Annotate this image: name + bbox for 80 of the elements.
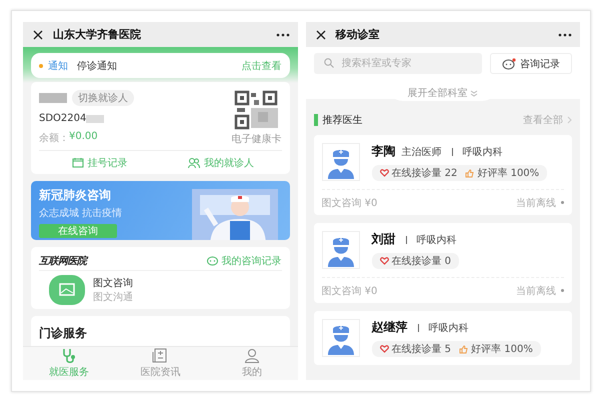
- heart-icon: [380, 257, 388, 265]
- dot-icon: [39, 64, 43, 68]
- service-item[interactable]: 图文咨询 图文沟通: [39, 271, 282, 305]
- thumbs-up-icon: [465, 168, 474, 178]
- doctor-title: 主治医师: [402, 146, 442, 158]
- tab[interactable]: 就医服务: [23, 347, 114, 380]
- consult-price: 图文咨询 ¥0: [322, 196, 378, 210]
- status-dot-icon: [561, 289, 564, 292]
- chevron-right-icon: [567, 116, 572, 124]
- service-subtitle: 图文沟通: [93, 290, 133, 304]
- section-title: 推荐医生: [322, 114, 362, 127]
- more-button[interactable]: [558, 32, 572, 36]
- heart-icon: [380, 345, 388, 353]
- thumbs-up-icon: [459, 344, 468, 354]
- tab[interactable]: 医院资讯: [114, 347, 206, 380]
- banner-subtitle: 众志成城 抗击疫情: [39, 206, 122, 220]
- chat-icon: [206, 256, 218, 266]
- doctor-name: 赵继萍: [372, 319, 408, 336]
- qr-code-drawing: [234, 90, 280, 130]
- close-button[interactable]: [316, 30, 326, 40]
- notice-tag: 通知: [48, 58, 68, 72]
- rating: 好评率 100%: [459, 342, 533, 356]
- hospital-logo-text: 互联网医院: [39, 254, 86, 268]
- consult-online-button[interactable]: 在线咨询: [39, 224, 117, 238]
- department: 呼吸内科: [462, 146, 502, 158]
- online-status: 当前离线: [516, 196, 556, 210]
- consult-records-button[interactable]: 咨询记录: [490, 53, 572, 74]
- view-link[interactable]: 点击查看: [242, 58, 282, 72]
- department: 呼吸内科: [428, 322, 468, 334]
- doctor-avatar-icon: [322, 231, 360, 269]
- chat-icon: [502, 58, 516, 70]
- more-icon: [558, 32, 572, 36]
- more-icon: [276, 32, 290, 36]
- qr-caption: 电子健康卡: [232, 132, 282, 146]
- records-button[interactable]: 挂号记录: [39, 156, 160, 170]
- window-title: 山东大学齐鲁医院: [53, 27, 141, 42]
- doctor-name: 李陶: [372, 143, 396, 160]
- doctor-avatar-icon: [322, 319, 360, 357]
- close-button[interactable]: [33, 30, 43, 40]
- heart-icon: [380, 169, 388, 177]
- more-button[interactable]: [276, 32, 290, 36]
- rating: 好评率 100%: [465, 166, 540, 180]
- doctor-card[interactable]: 赵继萍 呼吸内科 在线接诊量 5 好评率 100%: [314, 311, 572, 365]
- window-title: 移动诊室: [336, 27, 380, 42]
- section-marker: [314, 114, 318, 126]
- consult-price: 图文咨询 ¥0: [322, 284, 378, 298]
- banner-title: 新冠肺炎咨询: [39, 187, 112, 204]
- doctor-card[interactable]: 李陶 主治医师 呼吸内科 在线接诊量 22 好评率 100% 图文咨询 ¥0 当前离线: [314, 135, 572, 215]
- status-dot-icon: [561, 201, 564, 204]
- person-icon: [244, 348, 260, 364]
- section-title: 门诊服务: [39, 326, 87, 340]
- search-field[interactable]: 搜索科室或专家: [314, 53, 482, 74]
- chevron-icon: [470, 90, 478, 96]
- blurred-name: [39, 93, 67, 104]
- visit-count: 在线接诊量 5: [380, 342, 452, 356]
- visit-count: 在线接诊量 22: [380, 166, 458, 180]
- switch-patient-button[interactable]: 切换就诊人: [72, 90, 134, 106]
- visit-count: 在线接诊量 0: [380, 254, 452, 268]
- stethoscope-icon: [60, 348, 77, 364]
- close-icon: [316, 30, 326, 40]
- consult-records-link[interactable]: 我的咨询记录: [206, 254, 282, 268]
- balance-label: 余额：: [39, 132, 69, 146]
- patient-id: SDO2204: [39, 113, 86, 124]
- calendar-icon: [72, 156, 84, 169]
- people-icon: [188, 156, 200, 169]
- balance-value: ¥0.00: [69, 131, 98, 144]
- department: 呼吸内科: [416, 234, 456, 246]
- notice-text: 停诊通知: [77, 60, 117, 72]
- blurred-id: [86, 114, 104, 123]
- patients-button[interactable]: 我的就诊人: [160, 156, 282, 170]
- service-title: 图文咨询: [93, 276, 133, 290]
- doctor-name: 刘甜: [372, 231, 396, 248]
- close-icon: [33, 30, 43, 40]
- image-chat-icon: [49, 275, 85, 305]
- online-status: 当前离线: [516, 284, 556, 298]
- news-icon: [152, 348, 168, 364]
- doctor-card[interactable]: 刘甜 呼吸内科 在线接诊量 0 图文咨询 ¥0 当前离线: [314, 223, 572, 303]
- doctor-avatar-icon: [322, 143, 360, 181]
- view-all-link[interactable]: 查看全部: [523, 113, 572, 127]
- tab[interactable]: 我的: [206, 347, 298, 380]
